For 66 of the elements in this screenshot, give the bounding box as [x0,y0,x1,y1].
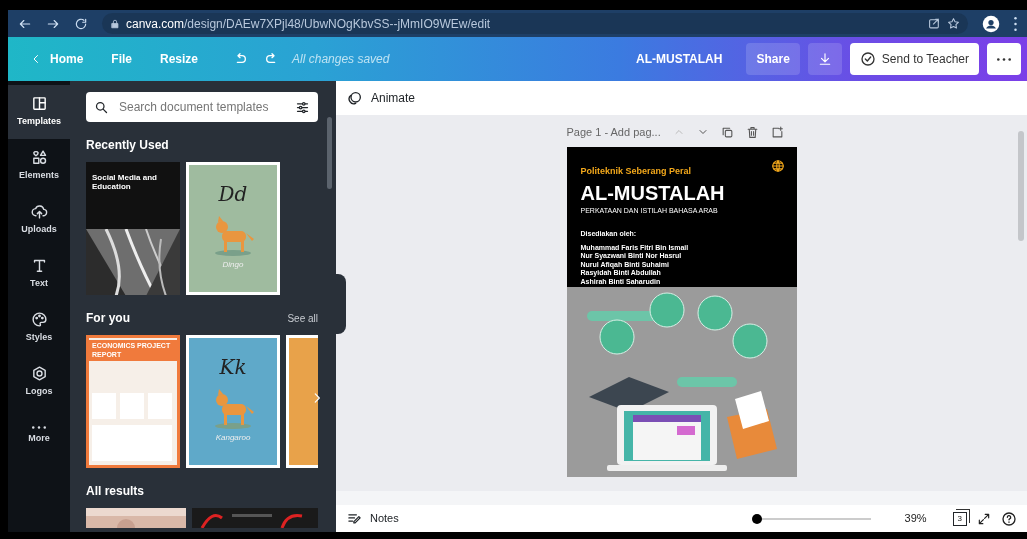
download-icon [817,52,832,66]
reload-icon[interactable] [74,16,88,31]
globe-icon [770,159,785,173]
uploads-icon [30,203,48,221]
logos-icon [30,365,48,383]
templates-icon [30,95,48,113]
vertical-scrollbar[interactable] [1018,131,1024,241]
search-bar[interactable]: Search document templates [86,92,318,122]
profile-icon[interactable] [982,14,1000,33]
help-icon[interactable] [1001,510,1017,527]
template-card[interactable]: Dd Dingo [186,162,280,295]
design-title: AL-MUSTALAH [580,181,726,205]
caption-text: Dingo [222,259,244,271]
sidebar-item[interactable]: Uploads [8,193,70,247]
section-title: For you [86,310,130,327]
template-card[interactable] [192,508,318,528]
notes-button[interactable]: Notes [346,509,400,528]
template-card[interactable]: Social Media and Education [86,162,180,295]
collapse-handle[interactable] [336,274,346,334]
template-card[interactable]: Kk Kangaroo [186,335,280,468]
duplicate-icon[interactable] [720,125,734,139]
section-title: All results [86,483,145,500]
caption-text: Kangaroo [215,432,251,444]
check-circle-icon [859,51,876,67]
animate-icon [347,90,363,106]
styles-icon [30,311,48,329]
download-button[interactable] [807,43,842,75]
sidebar-item[interactable]: More [8,409,70,463]
sidebar-item[interactable]: Styles [8,301,70,355]
notes-icon [347,511,362,526]
menu-icon[interactable] [1014,16,1017,31]
sidebar-item[interactable]: Templates [8,85,70,139]
elements-icon [30,149,48,167]
more-button[interactable] [987,43,1021,75]
sidebar-item[interactable]: Text [8,247,70,301]
sidebar-item[interactable]: Elements [8,139,70,193]
see-all-link[interactable]: See all [287,309,318,327]
template-title: Social Media and Education [91,172,158,193]
design-title[interactable]: AL-MUSTALAH [636,50,723,68]
more-icon [32,426,46,430]
share-icon[interactable] [928,17,941,30]
filter-icon[interactable] [295,99,310,115]
share-button[interactable]: Share [746,43,800,75]
expand-icon[interactable] [977,511,991,526]
animate-button[interactable]: Animate [346,88,417,108]
trash-icon[interactable] [745,125,759,139]
page-count[interactable]: 3 [952,511,967,526]
zoom-reading[interactable]: 39% [904,510,927,527]
letter-text: Dd [218,181,248,208]
lock-icon [110,18,120,29]
address-bar[interactable]: canva.com/design/DAEw7XPjl48/UbwNOgKbvSS--jMmIO9WEw/edit [102,13,968,34]
save-status: All changes saved [292,51,390,68]
scrollbar[interactable] [327,117,332,189]
send-to-teacher-button[interactable]: Send to Teacher [849,43,979,75]
zoom-slider[interactable] [752,513,763,524]
star-icon[interactable] [947,17,960,30]
add-page-icon[interactable] [770,125,784,139]
more-icon [997,57,1011,61]
url-text: canva.com/design/DAEw7XPjl48/UbwNOgKbvSS--jMmIO9WEw/edit [126,15,491,33]
sidebar-item[interactable]: Logos [8,355,70,409]
horizontal-scrollbar[interactable] [336,491,1027,505]
page-label[interactable]: Page 1 - Add pag... [566,123,661,141]
letter-text: Kk [219,354,247,381]
school-name: Politeknik Seberang Peral [580,165,692,178]
section-title: Recently Used [86,137,169,154]
search-icon [94,99,109,115]
